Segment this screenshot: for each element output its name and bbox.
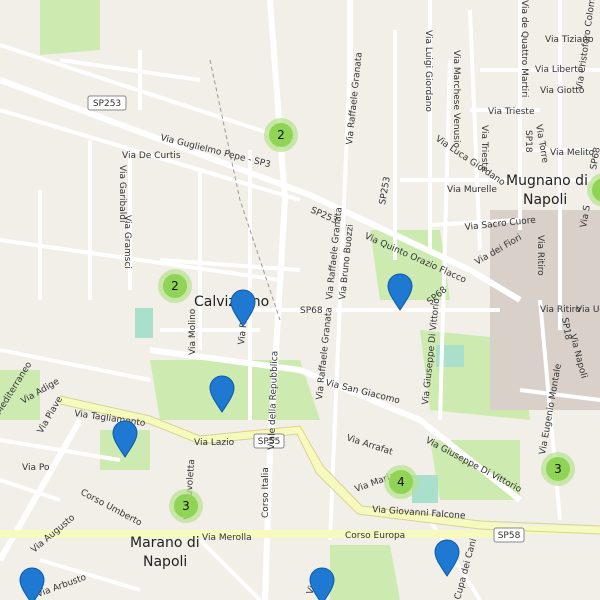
cluster-count: 2 bbox=[171, 279, 179, 293]
street-label: Via Garibaldi bbox=[117, 165, 127, 222]
route-shield-sp58: SP58 bbox=[493, 527, 525, 543]
street-label: Via Arrafat bbox=[345, 433, 394, 457]
svg-text:SP58: SP58 bbox=[498, 531, 521, 541]
street-label: Via Libertà bbox=[535, 65, 583, 75]
place-label-mugnano: Mugnano di bbox=[506, 173, 588, 189]
street-label: Via Luigi Giordano bbox=[423, 30, 433, 112]
map-pin-marker[interactable] bbox=[434, 539, 460, 577]
svg-text:SP253: SP253 bbox=[93, 99, 121, 109]
street-label: Via Trieste bbox=[479, 125, 489, 172]
street-label: Via Torre bbox=[533, 124, 550, 164]
street-label: SP18 bbox=[523, 130, 533, 153]
street-label: Via de Quattro Martiri bbox=[519, 0, 529, 97]
street-label: Via Po bbox=[22, 463, 50, 473]
street-label: Via Cristoforo Colombo bbox=[575, 0, 599, 90]
street-label: Via Molino bbox=[188, 308, 198, 355]
cluster-marker[interactable]: 2 bbox=[264, 118, 298, 152]
cluster-count: 3 bbox=[182, 499, 190, 513]
street-label: Via De Curtis bbox=[122, 151, 181, 161]
street-label: Via Melito bbox=[550, 148, 595, 158]
route-shield-sp253: SP253 bbox=[87, 95, 127, 111]
street-label: Via Ritiro bbox=[540, 305, 581, 315]
street-label: Via Piave bbox=[36, 395, 65, 436]
street-label: Via Ritiro bbox=[535, 235, 545, 276]
map-view[interactable]: SP253 SP55 SP58 Via Guglielmo Pepe - SP3… bbox=[0, 0, 600, 600]
cluster-count: 4 bbox=[397, 475, 405, 489]
map-base: SP253 SP55 SP58 Via Guglielmo Pepe - SP3… bbox=[0, 0, 600, 600]
street-label: Via Ug bbox=[576, 305, 600, 315]
cluster-count: 3 bbox=[554, 462, 562, 476]
place-label-marano: Marano di bbox=[130, 535, 200, 551]
cluster-marker[interactable]: 3 bbox=[541, 452, 575, 486]
street-label: Corso Italia bbox=[261, 467, 271, 518]
place-label-mugnano: Napoli bbox=[523, 192, 567, 208]
street-label: Corso Europa bbox=[345, 531, 405, 541]
cluster-marker[interactable]: 3 bbox=[169, 489, 203, 523]
street-label: SP68 bbox=[300, 306, 323, 316]
street-label: Via Lazio bbox=[194, 438, 235, 448]
cluster-marker[interactable]: 2 bbox=[158, 269, 192, 303]
cluster-count: 2 bbox=[277, 128, 285, 142]
street-label: Via Murelle bbox=[447, 185, 497, 195]
street-label: Via Marchese Venusio bbox=[451, 50, 461, 148]
cluster-marker[interactable]: 4 bbox=[384, 465, 418, 499]
street-label: Via Gramsci bbox=[122, 215, 132, 269]
street-label: SP253 bbox=[378, 176, 393, 206]
map-pin-marker[interactable] bbox=[387, 273, 413, 311]
street-label: Corso Umberto bbox=[79, 488, 144, 529]
place-label-marano: Napoli bbox=[143, 554, 187, 570]
street-label: Via Trieste bbox=[488, 107, 535, 117]
street-label: Via Merolla bbox=[202, 533, 252, 543]
